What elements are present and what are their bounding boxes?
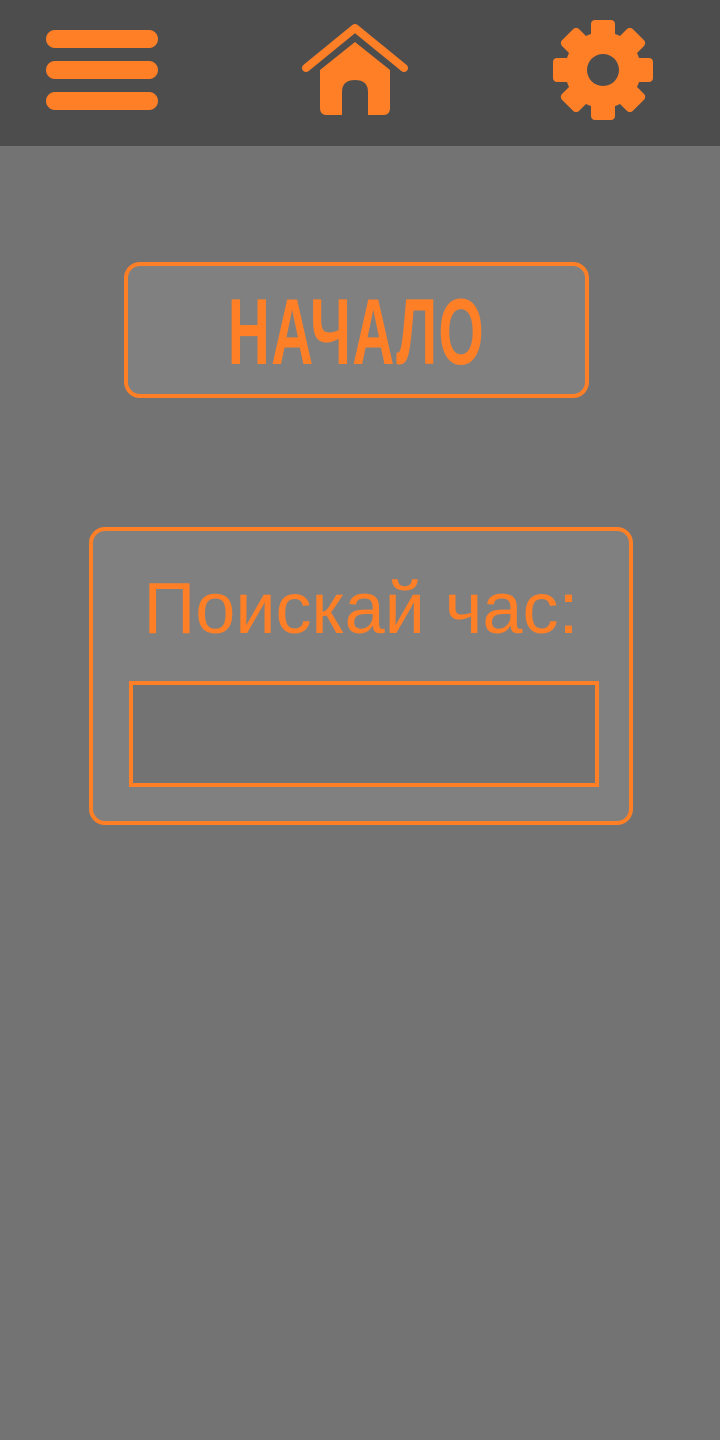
home-icon[interactable] (300, 20, 410, 118)
menu-icon[interactable] (44, 26, 160, 116)
search-panel: Поискай час: (89, 527, 633, 825)
start-button[interactable]: НАЧАЛО (124, 262, 589, 398)
gear-icon[interactable] (548, 20, 658, 120)
start-button-label: НАЧАЛО (227, 279, 486, 384)
search-label: Поискай час: (143, 569, 579, 649)
search-input[interactable] (129, 681, 599, 787)
top-bar (0, 0, 720, 146)
